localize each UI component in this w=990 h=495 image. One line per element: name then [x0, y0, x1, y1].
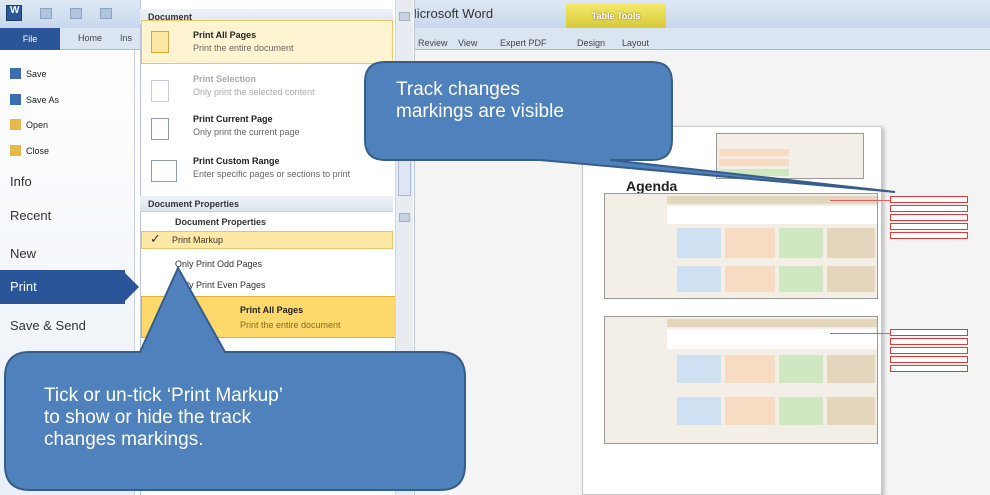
bottom-callout-text: Tick or un-tick ‘Print Markup’ to show o…: [44, 385, 283, 450]
top-callout-text: Track changes markings are visible: [396, 79, 564, 122]
bottom-callout-shape: [4, 265, 466, 491]
